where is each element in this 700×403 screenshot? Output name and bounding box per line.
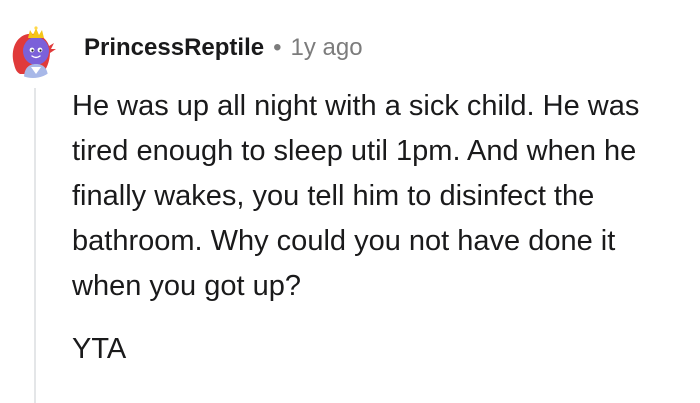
- comment-text: He was up all night with a sick child. H…: [72, 90, 640, 302]
- thread-line[interactable]: [34, 88, 36, 403]
- comment-header: PrincessReptile • 1y ago: [84, 30, 363, 66]
- comment-body: He was up all night with a sick child. H…: [72, 84, 692, 372]
- comment-age: 1y ago: [290, 34, 363, 61]
- comment-verdict: YTA: [72, 333, 127, 365]
- author-username[interactable]: PrincessReptile: [84, 34, 264, 62]
- user-avatar[interactable]: [6, 24, 60, 78]
- meta-separator: •: [273, 34, 282, 61]
- comment: PrincessReptile • 1y ago He was up all n…: [0, 0, 700, 403]
- princess-dinosaur-avatar-icon: [6, 24, 60, 78]
